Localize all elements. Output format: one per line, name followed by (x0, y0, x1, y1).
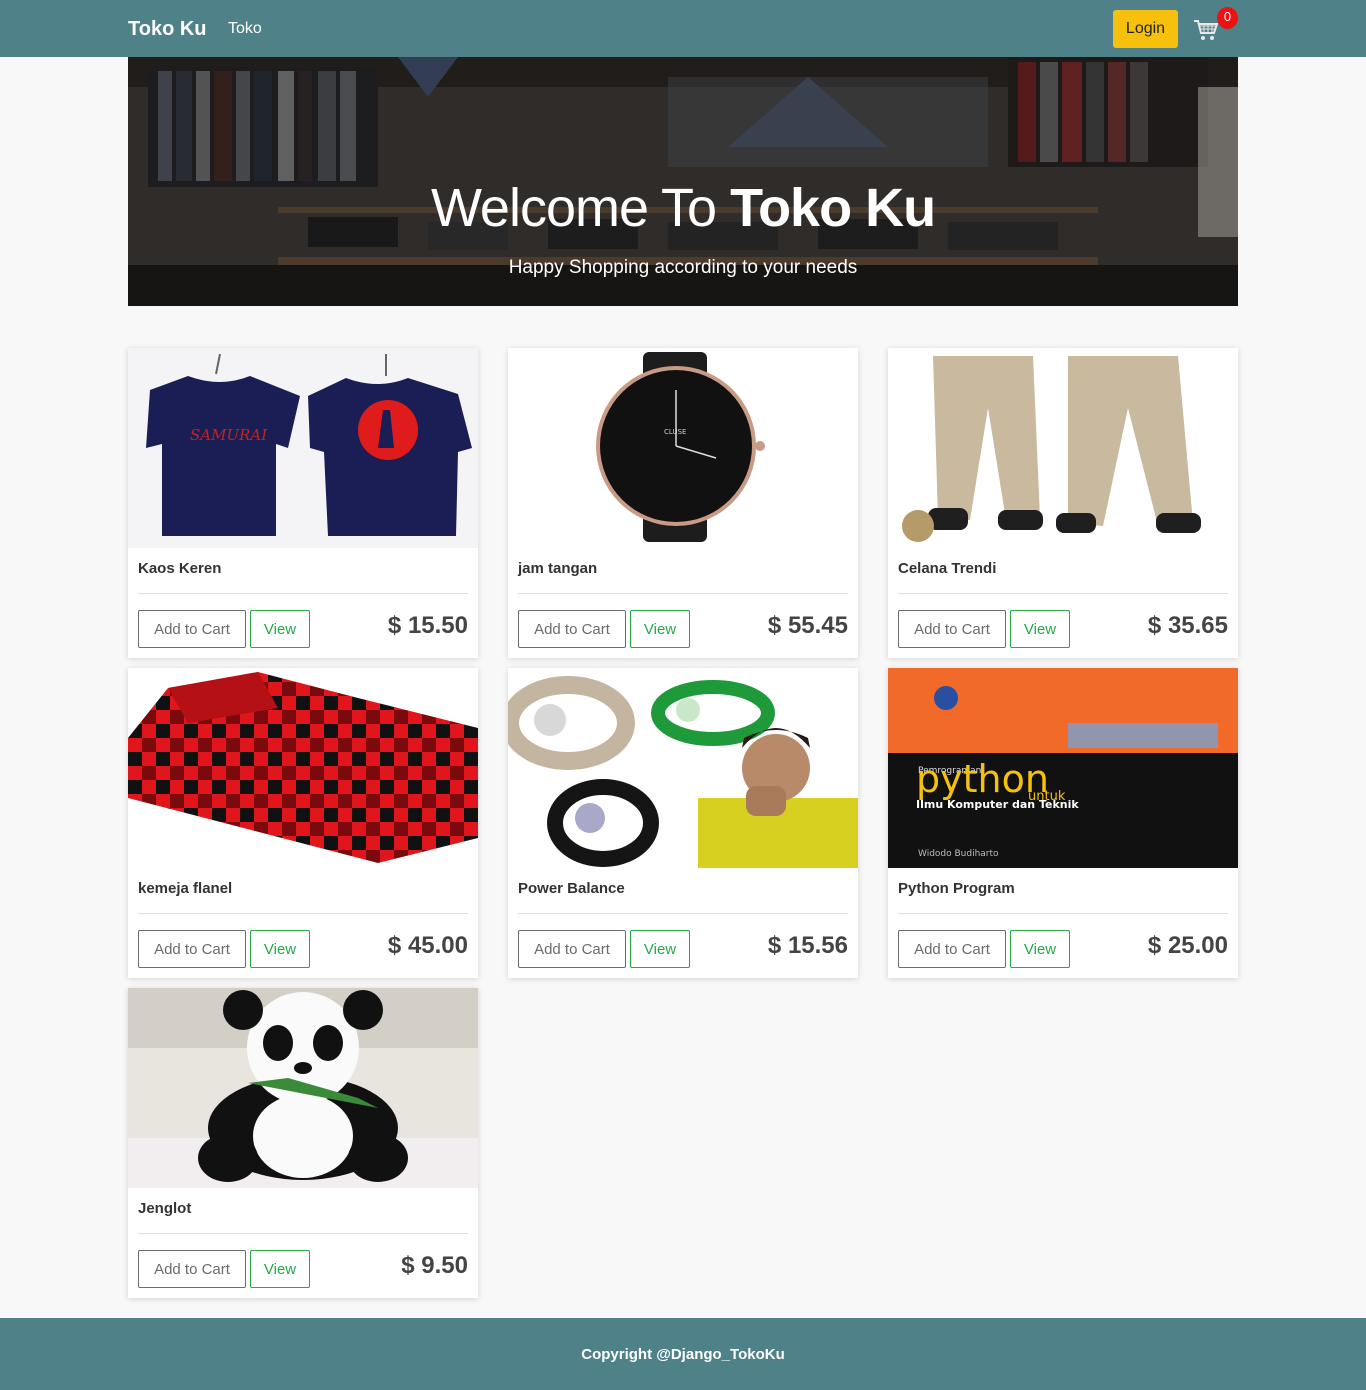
svg-text:SAMURAI: SAMURAI (190, 426, 268, 444)
product-card: Pemrograman python untuk Ilmu Komputer d… (888, 668, 1238, 978)
login-button[interactable]: Login (1113, 10, 1178, 48)
view-button[interactable]: View (1010, 930, 1070, 968)
product-image[interactable] (128, 668, 478, 868)
view-button[interactable]: View (250, 930, 310, 968)
hero-banner: Welcome To Toko Ku Happy Shopping accord… (128, 57, 1238, 306)
watch-image: CLUSE (508, 348, 858, 548)
navbar: Toko Ku Toko Login 0 (0, 0, 1366, 57)
nav-link-toko[interactable]: Toko (228, 20, 262, 38)
add-to-cart-button[interactable]: Add to Cart (898, 610, 1006, 648)
product-name: Power Balance (518, 880, 625, 897)
product-price: $ 45.00 (387, 932, 468, 959)
add-to-cart-button[interactable]: Add to Cart (138, 1250, 246, 1288)
view-button[interactable]: View (250, 610, 310, 648)
product-image[interactable]: SAMURAI (128, 348, 478, 548)
product-name: Jenglot (138, 1200, 192, 1217)
divider (518, 913, 848, 914)
product-name: jam tangan (518, 560, 598, 577)
product-image[interactable] (128, 988, 478, 1188)
tshirt-image: SAMURAI (128, 348, 478, 548)
add-to-cart-button[interactable]: Add to Cart (138, 610, 246, 648)
divider (898, 913, 1228, 914)
product-image[interactable] (888, 348, 1238, 548)
add-to-cart-button[interactable]: Add to Cart (518, 610, 626, 648)
divider (138, 1233, 468, 1234)
book-cover-image: Pemrograman python untuk Ilmu Komputer d… (888, 668, 1238, 868)
product-price: $ 25.00 (1147, 932, 1228, 959)
divider (138, 913, 468, 914)
svg-text:CLUSE: CLUSE (664, 428, 686, 436)
cart-button[interactable]: 0 (1193, 7, 1239, 47)
product-price: $ 9.50 (401, 1252, 468, 1279)
product-name: kemeja flanel (138, 880, 233, 897)
wristband-image (508, 668, 858, 868)
hero-title-brand: Toko Ku (730, 178, 936, 238)
product-name: Python Program (898, 880, 1015, 897)
view-button[interactable]: View (630, 610, 690, 648)
view-button[interactable]: View (1010, 610, 1070, 648)
add-to-cart-button[interactable]: Add to Cart (518, 930, 626, 968)
footer: Copyright @Django_TokoKu (0, 1318, 1366, 1390)
divider (138, 593, 468, 594)
hero-title-prefix: Welcome To (430, 178, 717, 238)
product-name: Celana Trendi (898, 560, 997, 577)
copyright-text: Copyright @Django_TokoKu (581, 1346, 785, 1363)
product-image[interactable]: CLUSE (508, 348, 858, 548)
product-name: Kaos Keren (138, 560, 222, 577)
hero-title: Welcome To Toko Ku (128, 181, 1238, 235)
product-price: $ 15.56 (767, 932, 848, 959)
hero-subtitle: Happy Shopping according to your needs (508, 257, 858, 278)
product-card: Celana Trendi Add to Cart View $ 35.65 (888, 348, 1238, 658)
divider (898, 593, 1228, 594)
product-price: $ 35.65 (1147, 612, 1228, 639)
book-author: Widodo Budiharto (918, 849, 999, 859)
product-card: Power Balance Add to Cart View $ 15.56 (508, 668, 858, 978)
view-button[interactable]: View (250, 1250, 310, 1288)
product-card: Jenglot Add to Cart View $ 9.50 (128, 988, 478, 1298)
add-to-cart-button[interactable]: Add to Cart (898, 930, 1006, 968)
product-image[interactable] (508, 668, 858, 868)
product-card: kemeja flanel Add to Cart View $ 45.00 (128, 668, 478, 978)
book-subtitle: Ilmu Komputer dan Teknik (916, 798, 1079, 811)
product-image[interactable]: Pemrograman python untuk Ilmu Komputer d… (888, 668, 1238, 868)
product-card: SAMURAI Kaos Keren Add to Cart View $ 15… (128, 348, 478, 658)
flannel-shirt-image (128, 668, 478, 868)
view-button[interactable]: View (630, 930, 690, 968)
product-price: $ 15.50 (387, 612, 468, 639)
shopping-cart-icon (1194, 20, 1219, 40)
pants-image (888, 348, 1238, 548)
add-to-cart-button[interactable]: Add to Cart (138, 930, 246, 968)
product-card: CLUSE jam tangan Add to Cart View $ 55.4… (508, 348, 858, 658)
divider (518, 593, 848, 594)
brand-logo[interactable]: Toko Ku (128, 18, 207, 41)
panda-doll-image (128, 988, 478, 1188)
product-price: $ 55.45 (767, 612, 848, 639)
cart-count-badge: 0 (1217, 7, 1238, 29)
